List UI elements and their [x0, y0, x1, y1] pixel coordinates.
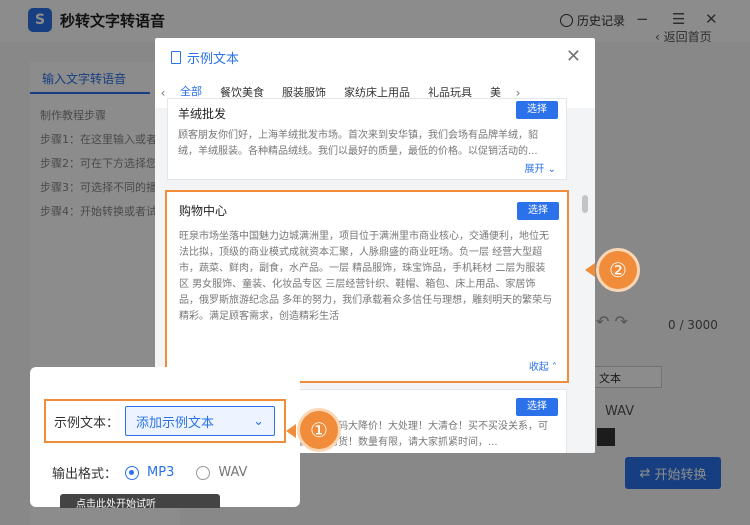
- wav-radio[interactable]: [196, 465, 211, 480]
- card-title: 购物中心: [179, 204, 228, 218]
- card-text: 旺泉市场坐落中国魅力边城满洲里，项目位于满洲里市商业核心，交通便利，地位无法比拟…: [179, 231, 553, 322]
- mp3-radio[interactable]: [125, 465, 140, 480]
- example-text-row: 示例文本： 添加示例文本 ⌄: [44, 399, 286, 443]
- output-format-label: 输出格式：: [52, 467, 118, 482]
- modal-title: 示例文本: [187, 51, 240, 67]
- example-card-selected: 购物中心 旺泉市场坐落中国魅力边城满洲里，项目位于满洲里市商业核心，交通便利，地…: [165, 190, 569, 383]
- select-button[interactable]: 选择: [516, 398, 558, 416]
- document-icon: [171, 50, 181, 64]
- select-button[interactable]: 选择: [516, 101, 558, 119]
- modal-header: 示例文本: [155, 38, 595, 76]
- callout-pointer: [585, 263, 595, 277]
- expand-toggle[interactable]: 展开 ⌄: [524, 160, 556, 175]
- modal-scrollbar[interactable]: [582, 195, 588, 213]
- callout-badge-1: ①: [297, 408, 341, 452]
- mp3-label: MP3: [147, 465, 175, 480]
- close-icon[interactable]: ✕: [566, 46, 581, 67]
- preview-button[interactable]: 点击此处开始试听: [60, 494, 220, 508]
- example-text-select[interactable]: 添加示例文本 ⌄: [125, 406, 276, 436]
- wav-label: WAV: [218, 465, 248, 480]
- collapse-toggle[interactable]: 收起 ˄: [529, 358, 557, 373]
- select-button[interactable]: 选择: [517, 202, 559, 220]
- example-text-label: 示例文本：: [54, 415, 120, 431]
- example-card: 羊绒批发 顾客朋友你们好，上海羊绒批发市场。首次来到安华镇，我们会场有品牌羊绒，…: [167, 98, 567, 180]
- callout-pointer: [286, 424, 296, 438]
- card-text: 顾客朋友你们好，上海羊绒批发市场。首次来到安华镇，我们会场有品牌羊绒，貂绒，羊绒…: [178, 130, 538, 157]
- chevron-down-icon: ⌄: [253, 413, 265, 429]
- card-title: 羊绒批发: [178, 107, 227, 121]
- zoom-inset: 示例文本： 添加示例文本 ⌄ 输出格式： MP3 WAV 点击此处开始试听: [30, 367, 300, 508]
- output-format-row: 输出格式： MP3 WAV: [52, 463, 247, 482]
- callout-badge-2: ②: [596, 248, 640, 292]
